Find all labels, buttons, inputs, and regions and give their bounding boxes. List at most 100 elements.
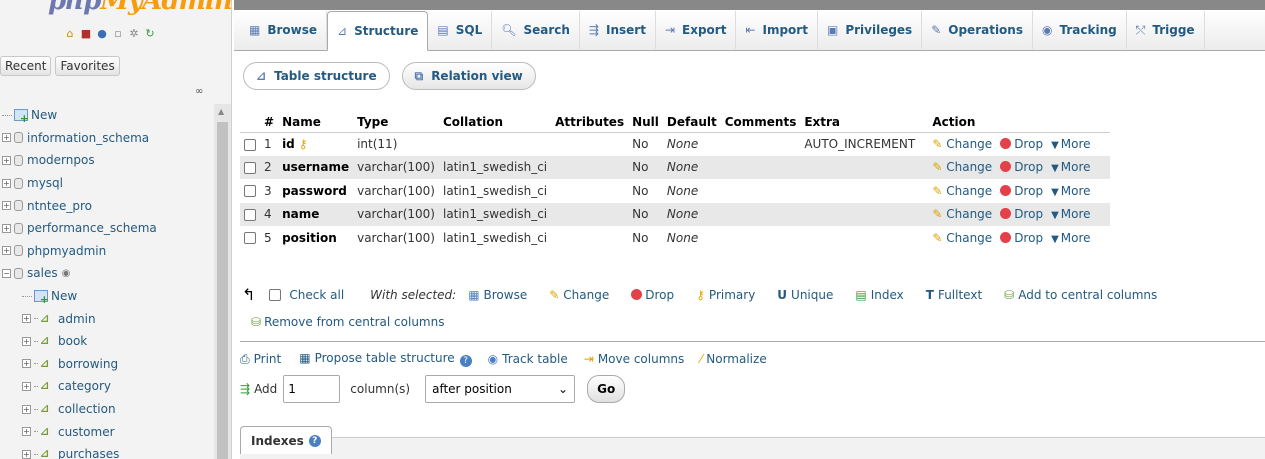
- check-all-label[interactable]: Check all: [289, 288, 344, 302]
- expand-icon[interactable]: +: [22, 336, 31, 346]
- docs-icon[interactable]: ▫: [111, 26, 125, 40]
- tree-table-item[interactable]: + ⊿ category: [0, 375, 212, 398]
- expand-icon[interactable]: +: [2, 178, 11, 188]
- settings-icon[interactable]: ✲: [127, 26, 141, 40]
- expand-icon[interactable]: +: [2, 155, 11, 165]
- tab-export[interactable]: ⇥ Export: [656, 11, 737, 49]
- check-all-checkbox[interactable]: [269, 288, 282, 301]
- print-button[interactable]: ⎙ Print: [240, 352, 281, 367]
- more-button[interactable]: ▼ More: [1051, 184, 1090, 198]
- reload-icon[interactable]: ↻: [143, 26, 157, 40]
- scrollbar-thumb[interactable]: [217, 122, 228, 459]
- tree-database-item[interactable]: + mysql: [0, 172, 212, 195]
- indexes-toggle[interactable]: Indexes ?: [240, 426, 332, 454]
- column-count-input[interactable]: [283, 375, 341, 403]
- move-columns-button[interactable]: ⇥ Move columns: [584, 352, 684, 366]
- table-structure-subtab[interactable]: ⊿ Table structure: [243, 62, 390, 90]
- row-checkbox[interactable]: [244, 185, 256, 198]
- eye-icon[interactable]: ◉: [62, 268, 71, 279]
- tree-table-item[interactable]: + ⊿ borrowing: [0, 353, 212, 376]
- bulk-change-button[interactable]: ✎ Change: [549, 288, 609, 302]
- tab-triggers[interactable]: ⤲ Trigge: [1127, 11, 1205, 49]
- drop-button[interactable]: Drop: [1000, 231, 1043, 245]
- tab-sql[interactable]: ▤ SQL: [428, 11, 493, 49]
- track-table-button[interactable]: ◉ Track table: [488, 352, 568, 366]
- expand-icon[interactable]: +: [22, 427, 31, 437]
- recent-tab[interactable]: Recent: [0, 56, 52, 76]
- change-button[interactable]: ✎ Change: [932, 231, 992, 245]
- tab-operations[interactable]: ✎ Operations: [922, 11, 1033, 49]
- go-button[interactable]: Go: [587, 375, 626, 403]
- tab-search[interactable]: 🔍︎ Search: [492, 11, 580, 49]
- change-button[interactable]: ✎ Change: [932, 184, 992, 198]
- more-button[interactable]: ▼ More: [1051, 207, 1090, 221]
- bulk-drop-button[interactable]: Drop: [631, 288, 674, 302]
- expand-icon[interactable]: +: [2, 133, 11, 143]
- tab-structure[interactable]: ⊿ Structure: [327, 11, 429, 51]
- bulk-add-central-button[interactable]: ⛁ Add to central columns: [1004, 288, 1157, 302]
- propose-structure-button[interactable]: ▦ Propose table structure?: [299, 351, 472, 367]
- bulk-browse-button[interactable]: ▦ Browse: [468, 288, 527, 302]
- bulk-primary-button[interactable]: ⚷ Primary: [696, 288, 755, 302]
- bulk-fulltext-button[interactable]: T Fulltext: [926, 288, 982, 302]
- relation-view-subtab[interactable]: ⧉ Relation view: [401, 62, 536, 90]
- row-checkbox[interactable]: [244, 138, 256, 151]
- expand-icon[interactable]: +: [22, 314, 31, 324]
- drop-button[interactable]: Drop: [1000, 184, 1043, 198]
- expand-icon[interactable]: +: [22, 449, 31, 459]
- column-name[interactable]: position: [282, 231, 337, 245]
- row-checkbox[interactable]: [244, 208, 256, 221]
- tree-table-item[interactable]: + ⊿ collection: [0, 398, 212, 421]
- tree-database-item[interactable]: + information_schema: [0, 127, 212, 150]
- tab-insert[interactable]: ⇶ Insert: [580, 11, 656, 49]
- nav-scrollbar[interactable]: ▲: [214, 104, 231, 459]
- column-name[interactable]: name: [282, 207, 319, 221]
- expand-icon[interactable]: +: [22, 359, 31, 369]
- column-position-select[interactable]: after position ⌄: [425, 375, 576, 403]
- change-button[interactable]: ✎ Change: [932, 160, 992, 174]
- row-checkbox[interactable]: [244, 161, 256, 174]
- tree-database-item[interactable]: − sales ◉: [0, 262, 212, 285]
- expand-icon[interactable]: +: [22, 381, 31, 391]
- collapse-icon[interactable]: −: [2, 268, 11, 278]
- remove-central-columns-button[interactable]: ⛁ Remove from central columns: [251, 315, 444, 329]
- expand-icon[interactable]: +: [22, 404, 31, 414]
- link-with-main-icon[interactable]: ∞: [195, 86, 203, 97]
- column-name[interactable]: username: [282, 160, 349, 174]
- normalize-button[interactable]: ⁄ Normalize: [700, 352, 766, 366]
- phpmyadmin-logo[interactable]: phpMyAdmin: [48, 0, 231, 16]
- tree-database-item[interactable]: + performance_schema: [0, 217, 212, 240]
- tree-new-item[interactable]: New: [0, 285, 212, 308]
- tree-table-item[interactable]: + ⊿ admin: [0, 307, 212, 330]
- tab-import[interactable]: ⇤ Import: [736, 11, 818, 49]
- expand-icon[interactable]: +: [2, 246, 11, 256]
- column-name[interactable]: id: [282, 137, 295, 151]
- tree-database-item[interactable]: + phpmyadmin: [0, 240, 212, 263]
- drop-button[interactable]: Drop: [1000, 137, 1043, 151]
- scroll-up-icon[interactable]: ▲: [218, 107, 224, 116]
- logout-icon[interactable]: ■: [79, 26, 93, 40]
- tree-table-item[interactable]: + ⊿ purchases: [0, 443, 212, 459]
- home-icon[interactable]: ⌂: [63, 26, 77, 40]
- change-button[interactable]: ✎ Change: [932, 137, 992, 151]
- tab-browse[interactable]: ▦ Browse: [240, 11, 328, 49]
- tree-table-item[interactable]: + ⊿ customer: [0, 420, 212, 443]
- tree-database-item[interactable]: + ntntee_pro: [0, 194, 212, 217]
- drop-button[interactable]: Drop: [1000, 207, 1043, 221]
- drop-button[interactable]: Drop: [1000, 160, 1043, 174]
- tab-privileges[interactable]: ▣ Privileges: [818, 11, 923, 49]
- more-button[interactable]: ▼ More: [1051, 231, 1090, 245]
- change-button[interactable]: ✎ Change: [932, 207, 992, 221]
- expand-icon[interactable]: +: [2, 223, 11, 233]
- bulk-unique-button[interactable]: U Unique: [777, 288, 833, 302]
- bulk-index-button[interactable]: ▤ Index: [855, 288, 903, 302]
- column-name[interactable]: password: [282, 184, 347, 198]
- help-icon[interactable]: ?: [308, 434, 321, 447]
- help-icon[interactable]: ●: [95, 26, 109, 40]
- row-checkbox[interactable]: [244, 232, 256, 245]
- more-button[interactable]: ▼ More: [1051, 160, 1090, 174]
- tree-database-item[interactable]: + modernpos: [0, 149, 212, 172]
- favorites-tab[interactable]: Favorites: [55, 56, 120, 76]
- help-icon[interactable]: ?: [459, 355, 472, 367]
- tab-tracking[interactable]: ◉ Tracking: [1033, 11, 1127, 49]
